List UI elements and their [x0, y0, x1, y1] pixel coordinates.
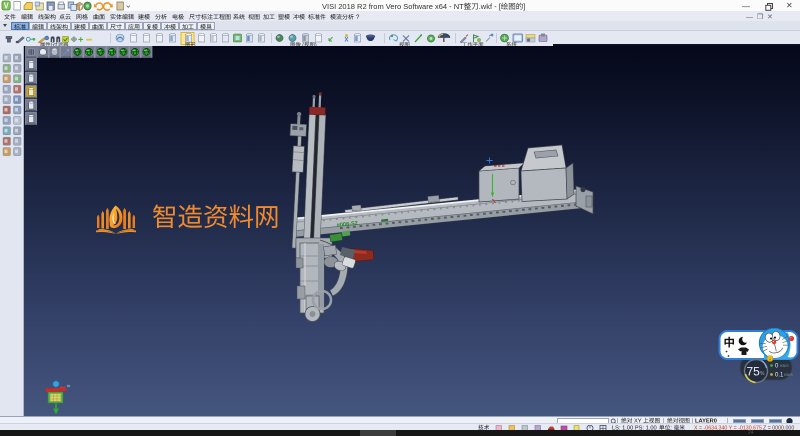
svg-text:%: % — [760, 371, 765, 377]
svg-text:KB/S: KB/S — [780, 364, 789, 368]
svg-text:KB/S: KB/S — [784, 373, 793, 377]
svg-text:中: 中 — [724, 335, 736, 351]
svg-text:75: 75 — [747, 365, 761, 379]
svg-text:V: V — [4, 1, 10, 10]
svg-text:0.1: 0.1 — [775, 373, 784, 379]
